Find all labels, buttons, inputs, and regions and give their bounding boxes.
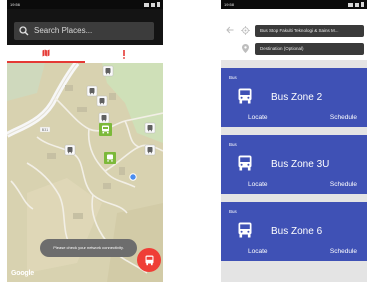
destination-field[interactable]: Destination (Optional) — [255, 43, 364, 55]
route-card-bus-zone-6[interactable]: Bus Bus Zone 6 Locate Schedule — [221, 202, 367, 261]
wifi-icon — [355, 2, 359, 7]
card-route-name: Bus Zone 3U — [271, 159, 330, 170]
status-bar: 19:58 — [221, 0, 367, 9]
locate-button[interactable]: Locate — [248, 248, 268, 255]
schedule-button[interactable]: Schedule — [330, 181, 357, 188]
tab-map[interactable] — [7, 45, 85, 63]
search-input[interactable]: Search Places... — [14, 22, 154, 40]
route-card-bus-zone-2[interactable]: Bus Bus Zone 2 Locate Schedule — [221, 68, 367, 127]
search-placeholder: Search Places... — [34, 26, 93, 35]
card-route-name: Bus Zone 2 — [271, 92, 323, 103]
status-icons — [348, 0, 364, 9]
bus-location-marker[interactable] — [104, 152, 116, 164]
battery-icon — [157, 2, 160, 7]
google-logo: Google — [11, 270, 34, 277]
search-toolbar: Search Places... — [7, 9, 163, 45]
signal-icon — [144, 2, 149, 7]
locate-button[interactable]: Locate — [248, 181, 268, 188]
network-toast: Please check your network connectivity. — [40, 239, 137, 257]
bus-fab-button[interactable] — [137, 248, 161, 272]
map-road-label: B31 — [42, 128, 48, 132]
route-search-header: Bus Stop Fakulti Teknologi & Sains M... … — [221, 9, 367, 60]
card-category: Bus — [229, 209, 237, 214]
signal-icon — [348, 2, 353, 7]
origin-value: Bus Stop Fakulti Teknologi & Sains M... — [260, 28, 339, 33]
selected-stop-marker[interactable] — [99, 123, 112, 136]
routes-screen: 19:58 Bus Stop Fakulti Teknologi & Sains… — [221, 0, 367, 282]
schedule-button[interactable]: Schedule — [330, 248, 357, 255]
origin-field[interactable]: Bus Stop Fakulti Teknologi & Sains M... — [255, 25, 364, 37]
bus-icon — [238, 88, 252, 104]
alert-icon — [123, 49, 125, 59]
battery-icon — [361, 2, 364, 7]
search-icon — [19, 26, 29, 36]
bus-icon — [145, 255, 153, 265]
schedule-button[interactable]: Schedule — [330, 114, 357, 121]
bus-icon — [238, 222, 252, 238]
status-icons — [144, 0, 160, 9]
status-time: 19:56 — [10, 2, 21, 7]
bus-icon — [238, 155, 252, 171]
card-category: Bus — [229, 75, 237, 80]
wifi-icon — [151, 2, 155, 7]
destination-placeholder: Destination (Optional) — [260, 46, 304, 51]
my-location-icon[interactable] — [241, 26, 250, 35]
card-route-name: Bus Zone 6 — [271, 226, 323, 237]
location-pin-icon — [242, 44, 249, 53]
back-arrow-icon[interactable] — [226, 26, 234, 34]
card-category: Bus — [229, 142, 237, 147]
status-bar: 19:56 — [7, 0, 163, 9]
status-time: 19:58 — [224, 2, 235, 7]
tab-bar — [7, 45, 163, 63]
map-icon — [42, 49, 50, 57]
tab-alerts[interactable] — [85, 45, 163, 63]
locate-button[interactable]: Locate — [248, 114, 268, 121]
my-location-dot — [129, 173, 137, 181]
map-screen: 19:56 Search Places... B31 Please check … — [7, 0, 163, 282]
route-card-bus-zone-3u[interactable]: Bus Bus Zone 3U Locate Schedule — [221, 135, 367, 194]
